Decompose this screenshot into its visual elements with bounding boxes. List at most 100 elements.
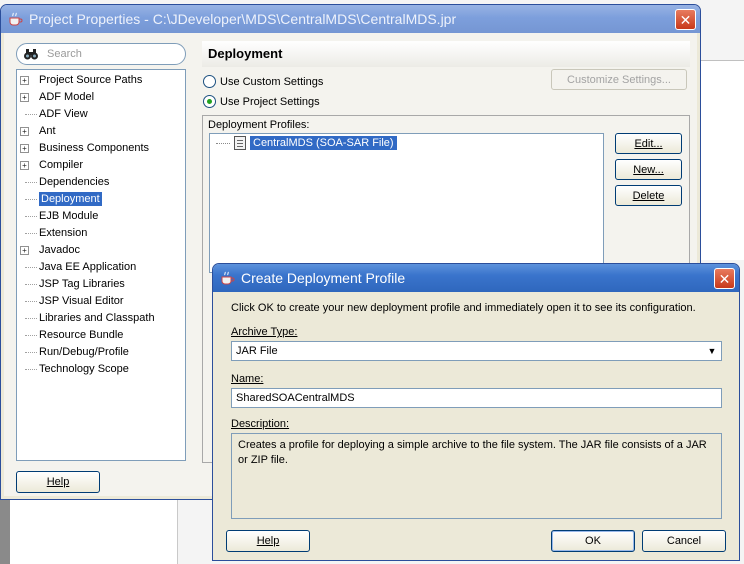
deployment-profiles-list[interactable]: CentralMDS (SOA-SAR File) <box>209 133 604 273</box>
tree-connector <box>25 301 37 302</box>
name-field[interactable]: SharedSOACentralMDS <box>231 388 722 408</box>
panel-heading: Deployment <box>202 41 690 67</box>
radio-custom-label: Use Custom Settings <box>220 75 324 88</box>
search-placeholder: Search <box>47 48 82 60</box>
tree-connector <box>25 182 37 183</box>
tree-item[interactable]: + ADF Model <box>17 89 185 106</box>
delete-button[interactable]: Delete <box>615 185 682 206</box>
archive-type-value: JAR File <box>236 345 278 357</box>
binoculars-icon <box>24 49 38 60</box>
tree-item-label: Javadoc <box>39 244 80 256</box>
tree-item-label: ADF Model <box>39 91 95 103</box>
ide-background-panel-right <box>700 60 744 260</box>
tree-item-label: Extension <box>39 227 88 239</box>
tree-item[interactable]: + Ant <box>17 123 185 140</box>
project-properties-titlebar[interactable]: Project Properties - C:\JDeveloper\MDS\C… <box>1 5 700 33</box>
ide-background-panel <box>10 500 178 564</box>
tree-connector <box>25 233 37 234</box>
help-button-label: Help <box>256 535 280 547</box>
ok-button[interactable]: OK <box>551 530 635 552</box>
expand-icon[interactable]: + <box>20 246 29 255</box>
tree-item[interactable]: Run/Debug/Profile <box>17 344 185 361</box>
tree-item-label: JSP Tag Libraries <box>39 278 125 290</box>
tree-item-label: Technology Scope <box>39 363 129 375</box>
tree-item[interactable]: + Compiler <box>17 157 185 174</box>
cancel-button-label: Cancel <box>666 535 702 547</box>
tree-item[interactable]: JSP Visual Editor <box>17 293 185 310</box>
expand-icon[interactable]: + <box>20 127 29 136</box>
tree-item-label: Business Components <box>39 142 150 154</box>
expand-icon[interactable]: + <box>20 93 29 102</box>
tree-item[interactable]: ADF View <box>17 106 185 123</box>
radio-use-project-settings[interactable]: Use Project Settings <box>203 95 320 108</box>
close-icon: ✕ <box>718 270 731 287</box>
tree-item-label: Deployment <box>39 192 102 206</box>
tree-connector <box>25 267 37 268</box>
radio-project-label: Use Project Settings <box>220 95 320 108</box>
chevron-down-icon[interactable]: ▼ <box>705 343 719 359</box>
archive-type-label: Archive Type: <box>231 326 298 338</box>
tree-item-label: Ant <box>39 125 56 137</box>
create-profile-titlebar[interactable]: Create Deployment Profile ✕ <box>213 264 739 292</box>
project-properties-title: Project Properties - C:\JDeveloper\MDS\C… <box>29 11 457 27</box>
edit-button[interactable]: Edit... <box>615 133 682 154</box>
tree-connector <box>25 284 37 285</box>
create-profile-help-button[interactable]: Help <box>226 530 310 552</box>
category-tree[interactable]: + Project Source Paths + ADF Model ADF View +… <box>16 69 186 461</box>
new-button-label: New... <box>633 163 664 176</box>
expand-icon[interactable]: + <box>20 144 29 153</box>
deployment-profiles-label: Deployment Profiles: <box>208 119 310 131</box>
tree-item[interactable]: + Business Components <box>17 140 185 157</box>
tree-item[interactable]: + Project Source Paths <box>17 72 185 89</box>
tree-item[interactable]: Deployment <box>17 191 185 208</box>
create-profile-intro: Click OK to create your new deployment p… <box>231 302 696 314</box>
tree-item[interactable]: Extension <box>17 225 185 242</box>
tree-item[interactable]: JSP Tag Libraries <box>17 276 185 293</box>
expand-icon[interactable]: + <box>20 76 29 85</box>
java-cup-icon <box>7 11 23 27</box>
ide-background-strip <box>0 500 10 564</box>
search-input[interactable]: Search <box>16 43 186 65</box>
tree-item-label: Resource Bundle <box>39 329 124 341</box>
tree-item-label: Dependencies <box>39 176 110 188</box>
tree-item-label: ADF View <box>39 108 88 120</box>
archive-type-select[interactable]: JAR File ▼ <box>231 341 722 361</box>
tree-item-label: Run/Debug/Profile <box>39 346 129 358</box>
tree-connector <box>25 216 37 217</box>
description-label: Description: <box>231 418 290 430</box>
customize-settings-label: Customize Settings... <box>567 73 671 86</box>
radio-button-selected[interactable] <box>203 95 216 108</box>
tree-connector <box>25 369 37 370</box>
tree-item[interactable]: Resource Bundle <box>17 327 185 344</box>
customize-settings-button[interactable]: Customize Settings... <box>551 69 687 90</box>
tree-item[interactable]: + Javadoc <box>17 242 185 259</box>
cancel-button[interactable]: Cancel <box>642 530 726 552</box>
tree-connector <box>25 335 37 336</box>
tree-connector <box>25 114 37 115</box>
create-profile-close-button[interactable]: ✕ <box>714 268 735 289</box>
project-properties-close-button[interactable]: ✕ <box>675 9 696 30</box>
tree-item-label: Libraries and Classpath <box>39 312 155 324</box>
close-icon: ✕ <box>679 11 692 28</box>
tree-item-label: Java EE Application <box>39 261 137 273</box>
create-deployment-profile-dialog: Create Deployment Profile ✕ Click OK to … <box>212 263 740 561</box>
tree-item[interactable]: Technology Scope <box>17 361 185 378</box>
list-item[interactable]: CentralMDS (SOA-SAR File) <box>216 136 397 150</box>
delete-button-label: Delete <box>632 189 665 202</box>
tree-item[interactable]: Libraries and Classpath <box>17 310 185 327</box>
profile-item-label: CentralMDS (SOA-SAR File) <box>250 136 397 150</box>
tree-item-label: Compiler <box>39 159 84 171</box>
radio-button[interactable] <box>203 75 216 88</box>
tree-item-label: EJB Module <box>39 210 99 222</box>
create-profile-body: Click OK to create your new deployment p… <box>216 292 736 557</box>
new-button[interactable]: New... <box>615 159 682 180</box>
expand-icon[interactable]: + <box>20 161 29 170</box>
tree-connector <box>25 199 37 200</box>
radio-use-custom-settings[interactable]: Use Custom Settings <box>203 75 323 88</box>
project-properties-help-button[interactable]: Help <box>16 471 100 493</box>
tree-item[interactable]: EJB Module <box>17 208 185 225</box>
tree-connector <box>216 142 230 144</box>
tree-connector <box>25 318 37 319</box>
tree-item[interactable]: Java EE Application <box>17 259 185 276</box>
tree-item[interactable]: Dependencies <box>17 174 185 191</box>
